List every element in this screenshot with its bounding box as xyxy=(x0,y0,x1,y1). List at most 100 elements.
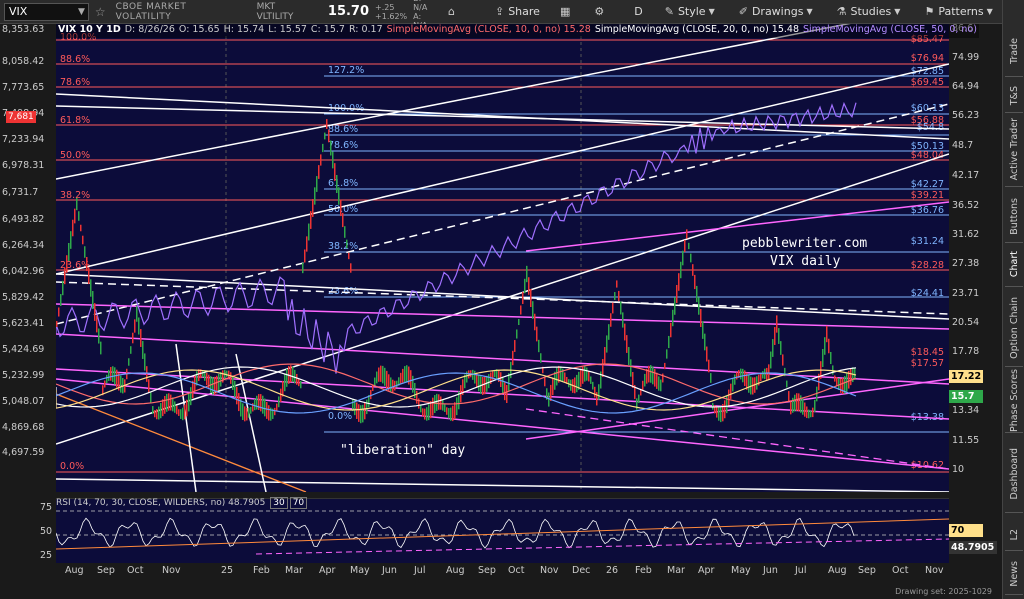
tab-active-trader[interactable]: Active Trader xyxy=(1003,114,1024,184)
candle xyxy=(524,278,526,294)
candle xyxy=(828,338,830,354)
tab-label: Dashboard xyxy=(1008,448,1020,500)
candle xyxy=(768,364,770,380)
candle xyxy=(346,239,348,249)
period-button[interactable]: D xyxy=(630,1,646,23)
candle xyxy=(808,409,810,419)
candle xyxy=(410,370,412,388)
calendar-button[interactable]: ▦ xyxy=(556,1,578,23)
candle xyxy=(120,375,122,393)
candle xyxy=(378,367,380,382)
candle xyxy=(822,349,824,367)
candle xyxy=(186,399,188,417)
candle xyxy=(812,407,814,418)
timeline-label: Nov xyxy=(540,565,559,576)
candle xyxy=(128,358,130,366)
candle xyxy=(316,176,318,192)
candle xyxy=(796,393,798,411)
candle xyxy=(142,341,144,359)
studies-button[interactable]: ⚗ Studies ▼ xyxy=(833,1,909,23)
tab-t-s[interactable]: T&S xyxy=(1003,82,1024,110)
candle xyxy=(602,359,604,377)
candle xyxy=(710,373,712,383)
candle xyxy=(704,333,706,351)
rsi-ob-box[interactable]: 30 xyxy=(270,497,288,509)
tab-phase-scores[interactable]: Phase Scores xyxy=(1003,369,1024,432)
candle xyxy=(66,255,68,273)
right-axis-label: 74.99 xyxy=(952,52,980,63)
tab-trade[interactable]: Trade xyxy=(1003,28,1024,74)
candle xyxy=(92,291,94,309)
drawings-button[interactable]: ✐ Drawings ▼ xyxy=(735,1,821,23)
candle xyxy=(468,370,470,379)
tab-dashboard[interactable]: Dashboard xyxy=(1003,438,1024,510)
rsi-value-tag: 48.7905 xyxy=(949,541,997,554)
studies-label: Studies xyxy=(850,5,892,18)
candle xyxy=(208,374,210,390)
timeline-label: Mar xyxy=(285,565,303,576)
tab-separator xyxy=(1005,186,1023,187)
candle xyxy=(626,335,628,353)
candle xyxy=(68,243,70,261)
candle xyxy=(300,380,302,389)
right-axis-label: 17.78 xyxy=(952,346,980,357)
candle xyxy=(164,395,166,414)
rsi-chart[interactable] xyxy=(56,499,949,563)
candle xyxy=(342,212,344,228)
candle xyxy=(836,377,838,386)
candle xyxy=(694,274,696,290)
candle xyxy=(160,403,162,419)
candle xyxy=(830,351,832,365)
candle xyxy=(420,405,422,413)
fib-right-label: $39.21 xyxy=(911,190,944,201)
candle xyxy=(334,163,336,181)
candle xyxy=(832,365,834,375)
candle xyxy=(136,306,138,322)
candle xyxy=(356,402,358,419)
chevron-down-icon: ▼ xyxy=(708,7,715,16)
bell-button[interactable]: ⌂ xyxy=(444,1,463,23)
tab-news[interactable]: News xyxy=(1003,556,1024,592)
chevron-down-icon: ▼ xyxy=(986,7,993,16)
candle xyxy=(108,369,110,381)
tab-chart[interactable]: Chart xyxy=(1003,244,1024,284)
settings-button[interactable]: ⚙ xyxy=(590,1,612,23)
candle xyxy=(638,394,640,403)
rsi-os-box[interactable]: 70 xyxy=(289,497,308,509)
candle xyxy=(526,265,528,283)
candle xyxy=(134,319,136,333)
patterns-button[interactable]: ⚑ Patterns ▼ xyxy=(920,1,1000,23)
candle xyxy=(676,285,678,303)
last-price: 15.70 xyxy=(327,4,370,19)
fib-right-label: $17.57 xyxy=(911,358,944,369)
candle xyxy=(564,372,566,383)
candle xyxy=(352,398,354,412)
gear-icon: ⚙ xyxy=(594,5,605,18)
share-button[interactable]: ⇪ Share xyxy=(491,1,544,23)
candle xyxy=(672,309,674,327)
symbol-input[interactable]: VIX ▼ xyxy=(4,2,89,21)
star-icon[interactable]: ☆ xyxy=(95,5,106,19)
fib-right-label: $54.8 xyxy=(917,122,944,133)
tab-separator xyxy=(1005,242,1023,243)
candle xyxy=(624,323,626,341)
fib-right-label: $24.41 xyxy=(911,288,944,299)
style-button[interactable]: ✎ Style ▼ xyxy=(661,1,723,23)
tab-label: Buttons xyxy=(1008,197,1020,235)
candle xyxy=(756,376,758,390)
candle xyxy=(590,376,592,384)
candle xyxy=(64,267,66,285)
candle xyxy=(538,339,540,353)
candle xyxy=(610,313,612,327)
candle xyxy=(428,404,430,421)
tab-buttons[interactable]: Buttons xyxy=(1003,192,1024,240)
tab-option-chain[interactable]: Option Chain xyxy=(1003,292,1024,364)
candle xyxy=(440,396,442,410)
tab-l2[interactable]: L2 xyxy=(1003,522,1024,548)
candle xyxy=(246,407,248,421)
status-bar: Drawing set: 2025-1029 xyxy=(0,586,1002,599)
left-axis-label: 8,058.42 xyxy=(2,56,45,67)
share-icon: ⇪ xyxy=(494,5,505,18)
candle xyxy=(78,211,80,221)
pct-change: +1.62% xyxy=(375,11,408,21)
